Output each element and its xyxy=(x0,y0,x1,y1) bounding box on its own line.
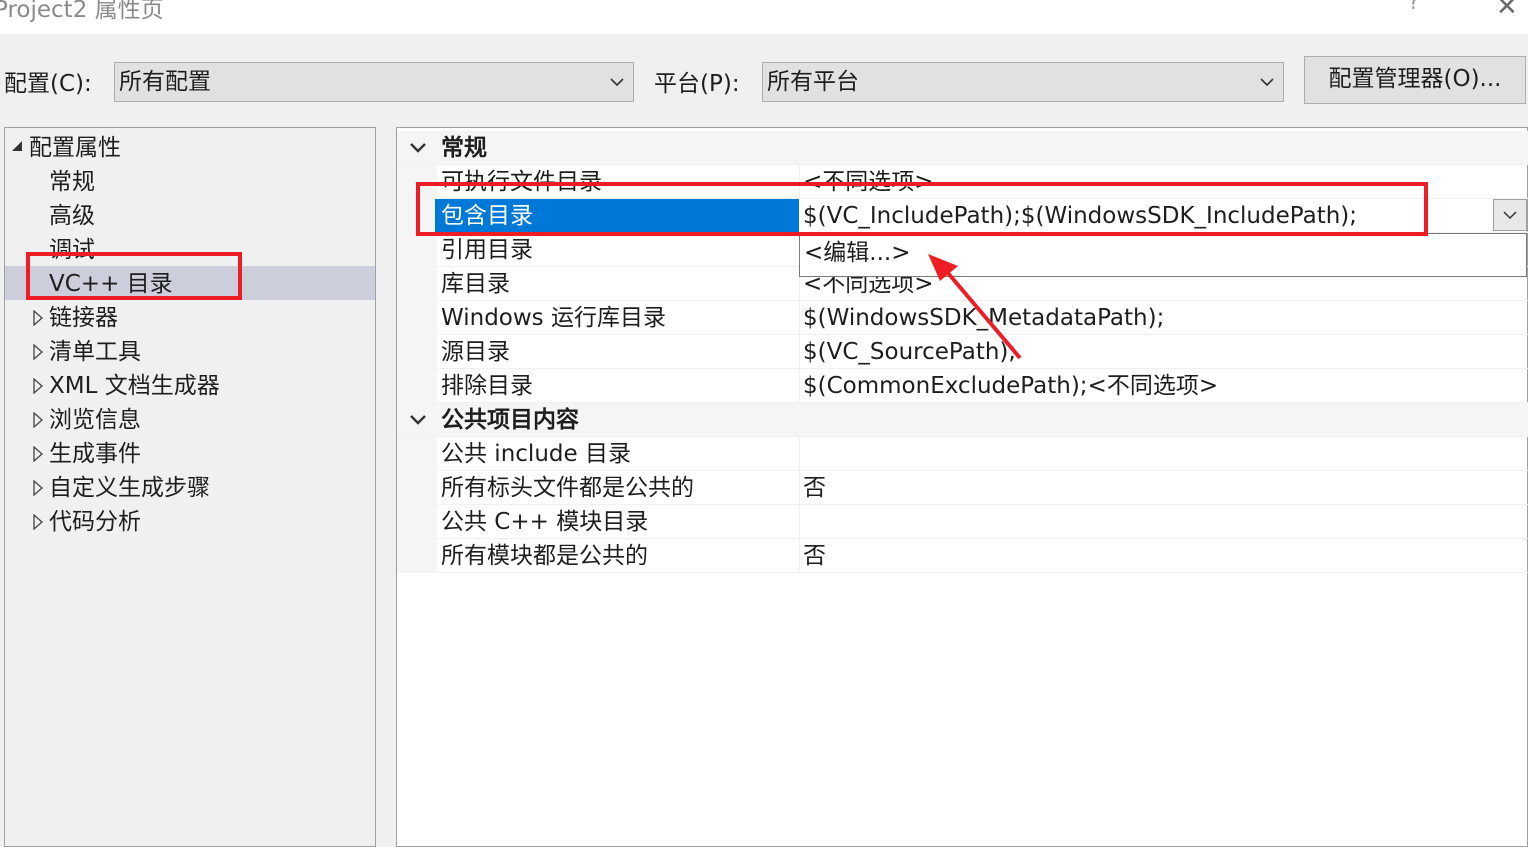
annotation-arrow-icon xyxy=(928,254,1022,360)
